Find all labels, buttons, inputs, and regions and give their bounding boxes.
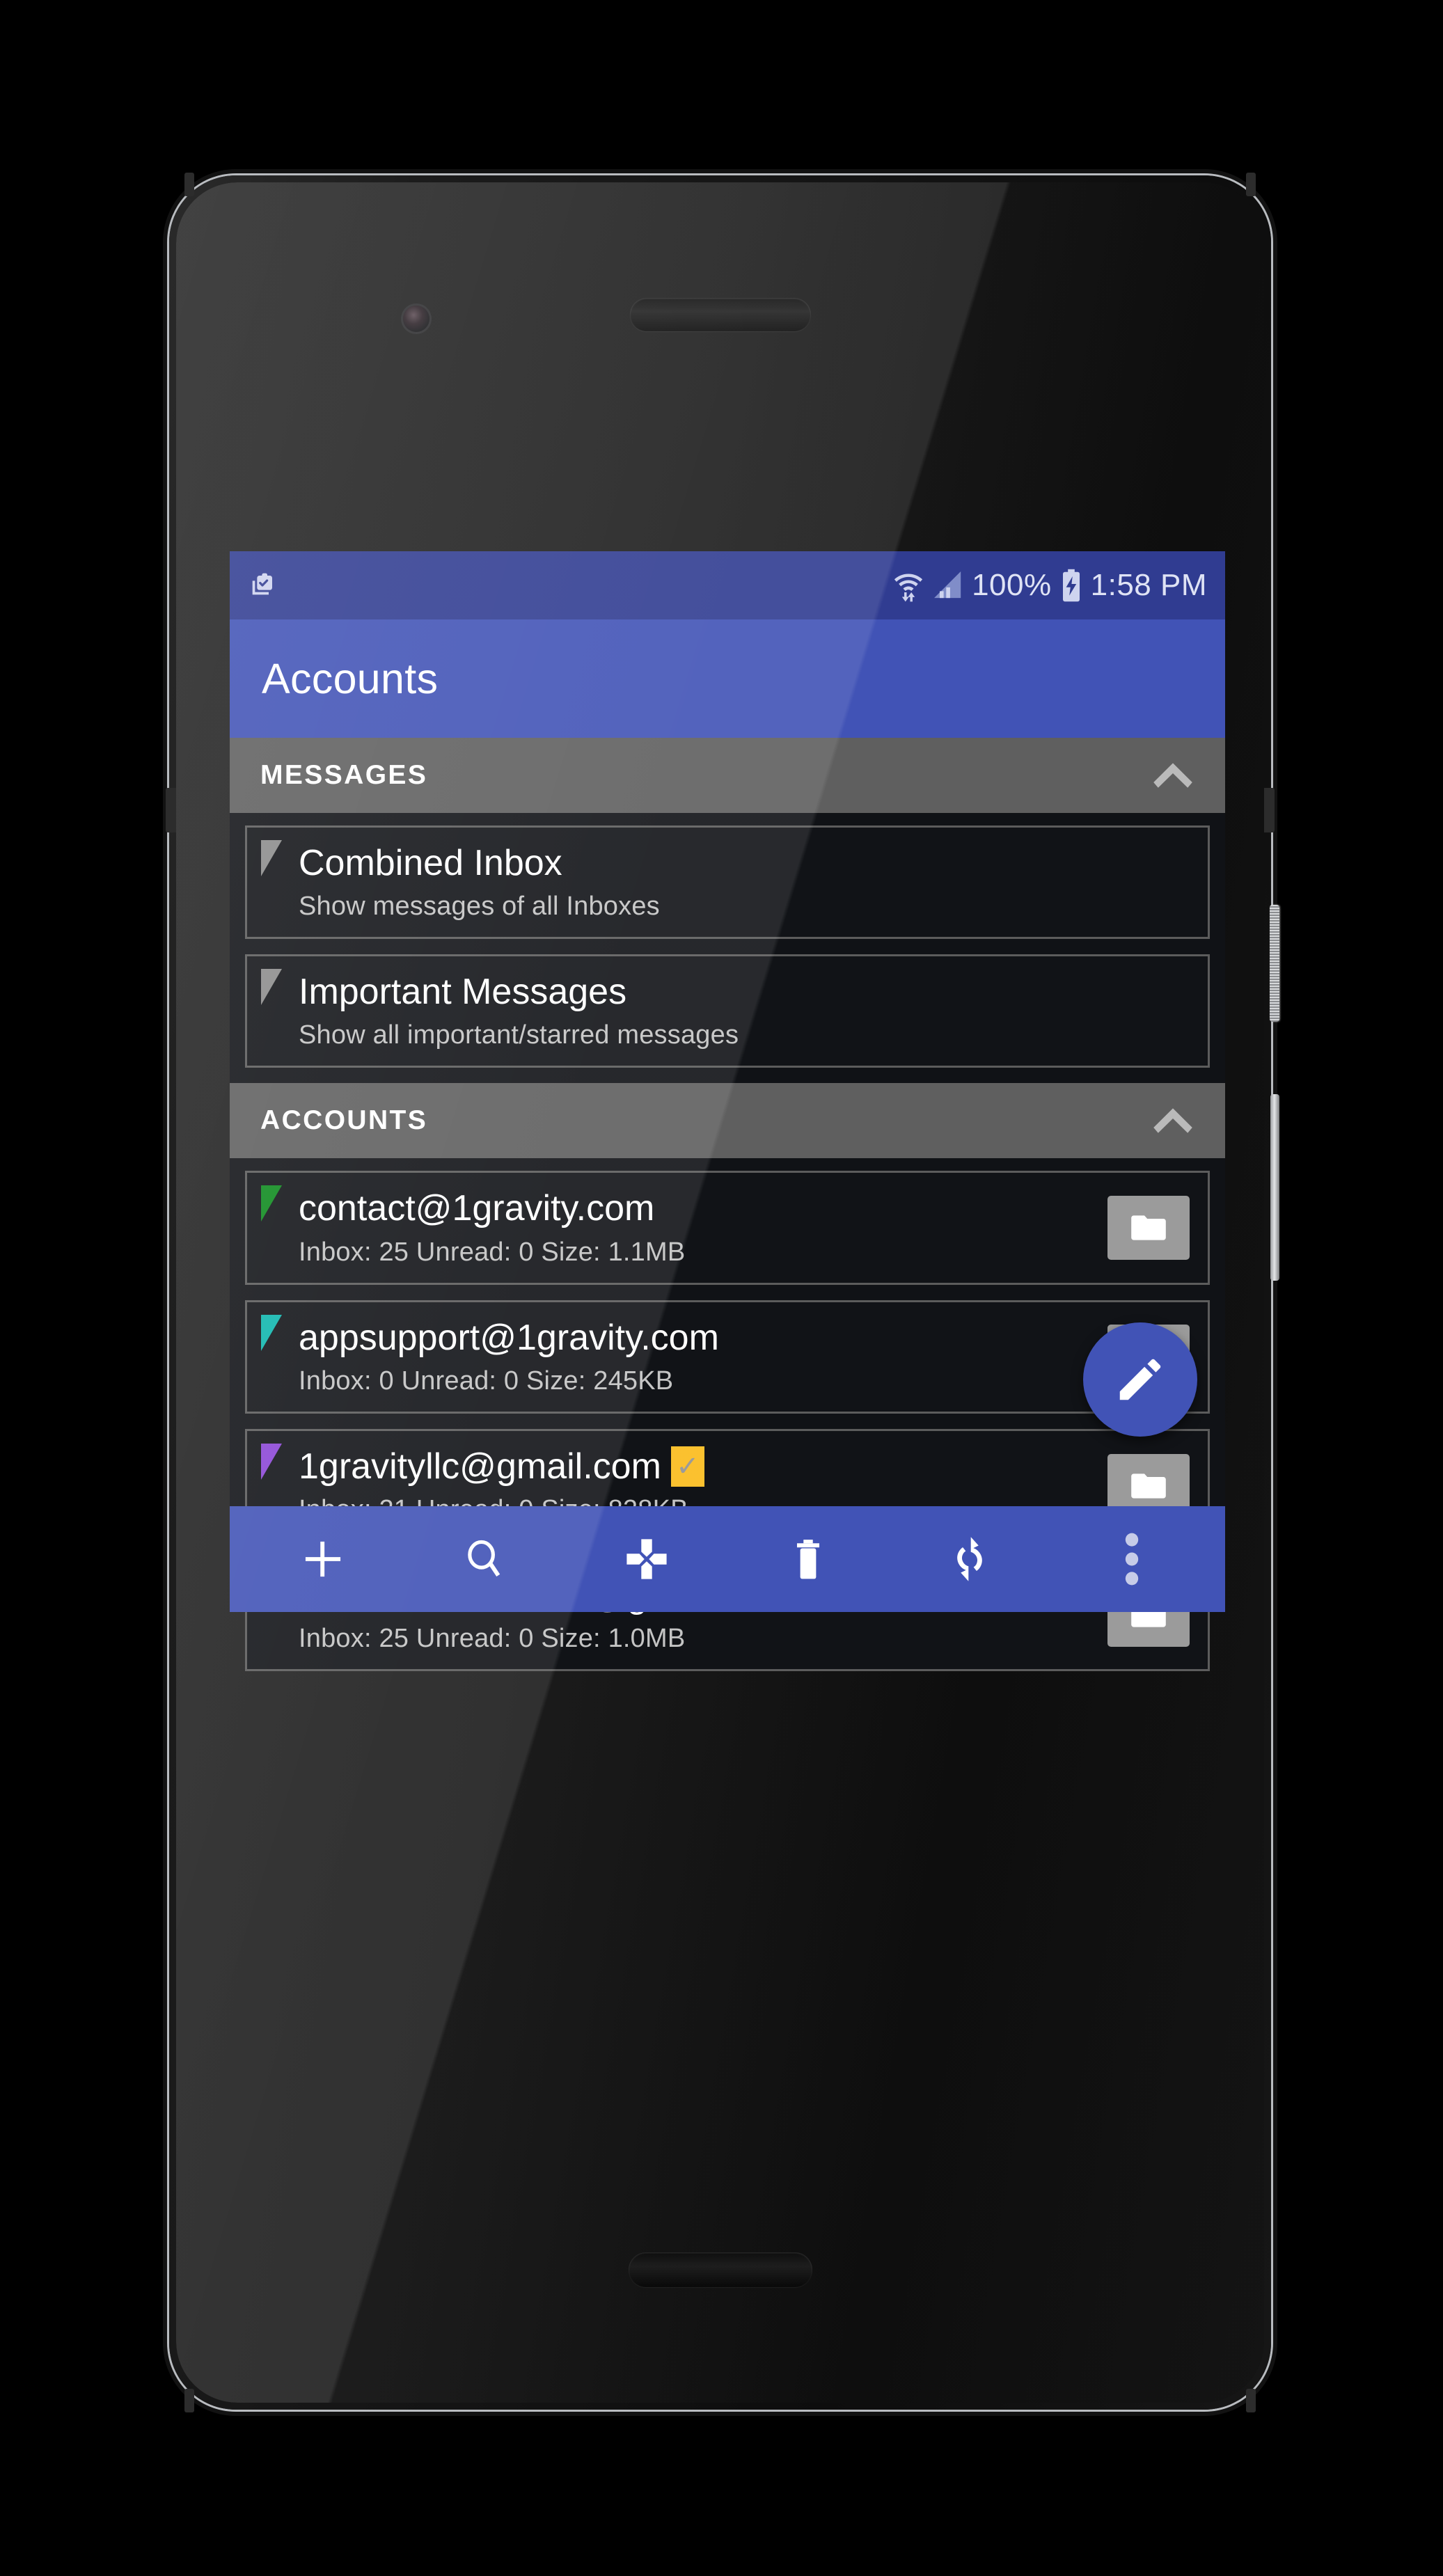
list-item-title: Combined Inbox [299,843,562,883]
add-account-button[interactable] [281,1517,365,1601]
corner-flag-icon [261,969,282,1006]
account-email: contact@1gravity.com [299,1188,655,1229]
messages-list: Combined Inbox Show messages of all Inbo… [230,813,1225,1068]
volume-button[interactable] [1270,1094,1279,1281]
list-item-combined-inbox[interactable]: Combined Inbox Show messages of all Inbo… [245,825,1210,940]
section-label-accounts: ACCOUNTS [260,1105,428,1136]
frame-nub-bottom-right [1246,2389,1256,2412]
account-row-contact-1gravity[interactable]: contact@1gravity.com Inbox: 25 Unread: 0… [245,1171,1210,1285]
screenshot-stage: 100% 1:58 PM Accounts MESSAGES Combined … [0,0,1443,2576]
status-bar-right: 100% 1:58 PM [892,568,1207,603]
account-stats: Inbox: 25 Unread: 0 Size: 1.0MB [299,1624,686,1654]
account-email: 1gravityllc@gmail.com ✓ [299,1446,1190,1487]
app-bar: Accounts [230,619,1225,738]
move-button[interactable] [605,1517,688,1601]
status-bar: 100% 1:58 PM [230,551,1225,619]
account-stats: Inbox: 25 Unread: 0 Size: 1.1MB [299,1237,686,1267]
section-label-messages: MESSAGES [260,760,428,790]
account-row-appsupport-1gravity[interactable]: appsupport@1gravity.com Inbox: 0 Unread:… [245,1299,1210,1414]
chevron-up-icon[interactable] [1151,1105,1194,1136]
account-email: appsupport@1gravity.com [299,1317,719,1358]
trash-icon [788,1538,828,1581]
phone-front-face: 100% 1:58 PM Accounts MESSAGES Combined … [176,182,1264,2403]
wifi-updown-icon [892,568,924,603]
phone-screen: 100% 1:58 PM Accounts MESSAGES Combined … [230,182,1225,2403]
frame-nub-top-right [1246,173,1256,196]
list-item-important-messages[interactable]: Important Messages Show all important/st… [245,954,1210,1068]
power-button[interactable] [1270,905,1279,1022]
section-header-messages[interactable]: MESSAGES [230,738,1225,813]
phone-device: 100% 1:58 PM Accounts MESSAGES Combined … [166,173,1279,2412]
battery-charging-icon [1062,569,1081,602]
clipboard-check-icon [248,570,276,601]
frame-nub-bottom-left [184,2389,194,2412]
sync-button[interactable] [928,1517,1011,1601]
screen-content: 100% 1:58 PM Accounts MESSAGES Combined … [230,182,1225,2403]
chevron-up-icon[interactable] [1151,760,1194,791]
status-bar-left [248,570,276,601]
section-header-accounts[interactable]: ACCOUNTS [230,1083,1225,1159]
cellular-signal-icon [934,569,962,601]
list-item-title: Important Messages [299,972,627,1013]
list-item-subtitle: Show messages of all Inboxes [299,892,660,922]
folder-icon [1130,1469,1167,1503]
search-button[interactable] [443,1517,526,1601]
pencil-compose-icon [1113,1352,1167,1407]
account-color-flag-icon [261,1185,282,1222]
account-email-text: 1gravityllc@gmail.com [299,1446,661,1487]
default-account-check-badge: ✓ [670,1446,704,1487]
delete-button[interactable] [766,1517,850,1601]
compose-fab[interactable] [1083,1322,1197,1437]
bottom-toolbar [230,1506,1225,1612]
folder-icon [1130,1211,1167,1244]
frame-nub-top-left [184,173,194,196]
sync-refresh-icon [947,1535,992,1583]
status-bar-clock: 1:58 PM [1090,568,1207,602]
more-vertical-icon [1123,1533,1141,1586]
plus-icon [301,1537,345,1581]
email-app: 100% 1:58 PM Accounts MESSAGES Combined … [230,551,1225,1672]
list-item-subtitle: Show all important/starred messages [299,1020,739,1050]
overflow-menu-button[interactable] [1090,1517,1174,1601]
account-color-flag-icon [261,1314,282,1351]
folder-button[interactable] [1107,1196,1190,1261]
page-title: Accounts [262,655,439,702]
search-icon [463,1538,506,1581]
account-stats: Inbox: 0 Unread: 0 Size: 245KB [299,1366,674,1396]
move-four-arrows-icon [624,1536,670,1582]
account-color-flag-icon [261,1443,282,1480]
battery-percent: 100% [972,568,1052,602]
corner-flag-icon [261,840,282,876]
